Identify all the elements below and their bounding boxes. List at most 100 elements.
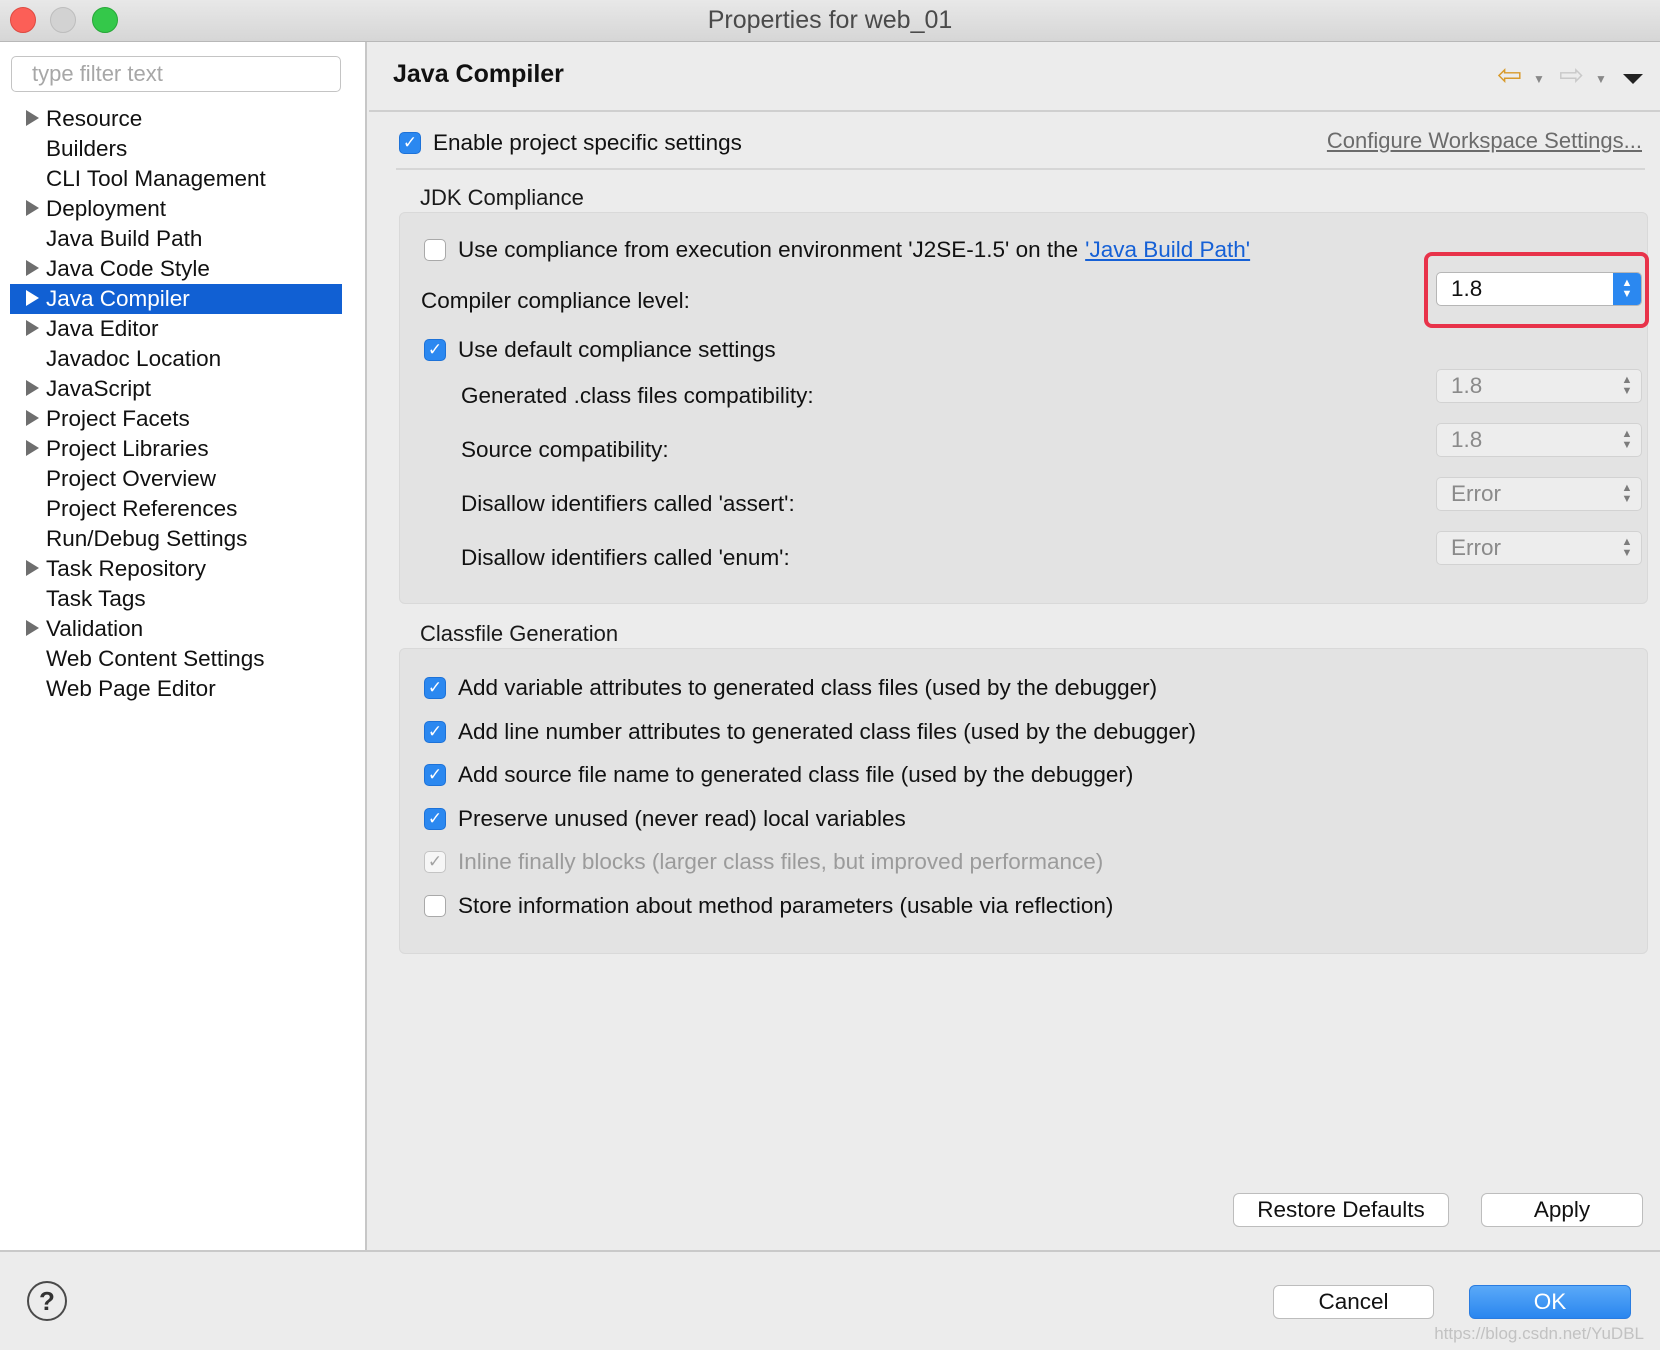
sidebar-item-project-overview[interactable]: Project Overview — [10, 464, 342, 494]
sidebar: Resource Builders CLI Tool Management Deplo… — [0, 42, 367, 1250]
expand-triangle-icon[interactable] — [26, 290, 39, 306]
classfile-option-checkbox: ✓ Inline finally blocks (larger class fil… — [424, 849, 1103, 875]
disallow-enum-select[interactable]: Error ▲ ▼ — [1436, 531, 1642, 565]
sidebar-item-label: Java Compiler — [46, 286, 190, 311]
disallow-assert-value: Error — [1451, 481, 1501, 506]
sidebar-item-task-tags[interactable]: Task Tags — [10, 584, 342, 614]
main-pane: Java Compiler ⇦ ▼ ⇨ ▼ ✓ Enable project s… — [369, 42, 1660, 1250]
generated-compat-select[interactable]: 1.8 ▲ ▼ — [1436, 369, 1642, 403]
sidebar-item-project-references[interactable]: Project References — [10, 494, 342, 524]
back-dropdown-icon[interactable]: ▼ — [1533, 72, 1545, 102]
generated-compat-label: Generated .class files compatibility: — [461, 383, 814, 408]
classfile-option-checkbox[interactable]: ✓ Preserve unused (never read) local vari… — [424, 806, 906, 832]
enable-project-settings-checkbox[interactable]: ✓ Enable project specific settings — [399, 130, 742, 156]
expand-triangle-icon[interactable] — [26, 110, 39, 126]
chevron-updown-icon: ▲ ▼ — [1621, 374, 1633, 397]
classfile-option-label: Add line number attributes to generated … — [458, 718, 1196, 744]
checkbox-icon: ✓ — [424, 851, 446, 874]
sidebar-item-java-code-style[interactable]: Java Code Style — [10, 254, 342, 284]
classfile-generation-title: Classfile Generation — [420, 621, 619, 646]
sidebar-item-project-libraries[interactable]: Project Libraries — [10, 434, 342, 464]
expand-triangle-icon[interactable] — [26, 260, 39, 276]
sidebar-item-label: JavaScript — [46, 376, 152, 401]
sidebar-item-javascript[interactable]: JavaScript — [10, 374, 342, 404]
sidebar-item-label: Web Page Editor — [46, 676, 216, 701]
classfile-option-label: Store information about method parameter… — [458, 893, 1114, 918]
configure-workspace-link[interactable]: Configure Workspace Settings... — [1327, 128, 1642, 154]
checkbox-icon: ✓ — [424, 807, 446, 830]
sidebar-item-java-compiler[interactable]: Java Compiler — [10, 284, 342, 314]
sidebar-item-javadoc-location[interactable]: Javadoc Location — [10, 344, 342, 374]
sidebar-item-resource[interactable]: Resource — [10, 104, 342, 134]
enable-project-settings-label: Enable project specific settings — [433, 130, 742, 155]
help-icon[interactable]: ? — [27, 1281, 67, 1321]
arrow-right-icon[interactable]: ⇨ — [1559, 61, 1584, 92]
source-compat-select[interactable]: 1.8 ▲ ▼ — [1436, 423, 1642, 457]
classfile-option-checkbox[interactable]: ✓ Store information about method paramete… — [424, 893, 1113, 919]
disallow-enum-label: Disallow identifiers called 'enum': — [461, 545, 790, 570]
use-env-compliance-label: Use compliance from execution environmen… — [458, 237, 1079, 262]
disallow-enum-value: Error — [1451, 535, 1501, 560]
classfile-option-label: Inline finally blocks (larger class file… — [458, 849, 1104, 875]
sidebar-item-validation[interactable]: Validation — [10, 614, 342, 644]
classfile-option-checkbox[interactable]: ✓ Add source file name to generated class… — [424, 762, 1133, 788]
generated-compat-value: 1.8 — [1451, 373, 1483, 398]
sidebar-item-java-build-path[interactable]: Java Build Path — [10, 224, 342, 254]
sidebar-item-web-content-settings[interactable]: Web Content Settings — [10, 644, 342, 674]
title-bar: Properties for web_01 — [0, 0, 1660, 42]
filter-input[interactable] — [11, 56, 341, 92]
sidebar-item-cli-tool-management[interactable]: CLI Tool Management — [10, 164, 342, 194]
expand-triangle-icon[interactable] — [26, 560, 39, 576]
sidebar-item-label: Javadoc Location — [46, 346, 222, 371]
expand-triangle-icon[interactable] — [26, 320, 39, 336]
sidebar-item-java-editor[interactable]: Java Editor — [10, 314, 342, 344]
expand-triangle-icon[interactable] — [26, 200, 39, 216]
sidebar-item-run-debug-settings[interactable]: Run/Debug Settings — [10, 524, 342, 554]
classfile-generation-group: ✓ Add variable attributes to generated cl… — [399, 648, 1648, 954]
checkbox-icon: ✓ — [424, 895, 446, 917]
checkbox-icon: ✓ — [424, 677, 446, 699]
sidebar-item-builders[interactable]: Builders — [10, 134, 342, 164]
jdk-compliance-group: ✓ Use compliance from execution environm… — [399, 212, 1649, 604]
use-default-compliance-checkbox[interactable]: ✓ Use default compliance settings — [424, 337, 776, 363]
sidebar-item-deployment[interactable]: Deployment — [10, 194, 342, 224]
watermark: https://blog.csdn.net/YuDBL — [1434, 1324, 1644, 1343]
chevron-updown-icon: ▲ ▼ — [1621, 428, 1633, 451]
restore-defaults-button[interactable]: Restore Defaults — [1233, 1193, 1449, 1227]
apply-button[interactable]: Apply — [1481, 1193, 1643, 1227]
expand-triangle-icon[interactable] — [26, 410, 39, 426]
property-tree: Resource Builders CLI Tool Management Deplo… — [10, 104, 342, 704]
sidebar-item-label: Java Build Path — [46, 226, 203, 251]
sidebar-item-task-repository[interactable]: Task Repository — [10, 554, 342, 584]
footer: ? Cancel OK https://blog.csdn.net/YuDBL — [0, 1250, 1660, 1350]
sidebar-item-label: Deployment — [46, 196, 167, 221]
view-menu-icon[interactable] — [1623, 74, 1643, 84]
classfile-option-checkbox[interactable]: ✓ Add variable attributes to generated cl… — [424, 675, 1157, 701]
compliance-level-select[interactable]: 1.8 ▲ ▼ — [1436, 272, 1642, 306]
forward-dropdown-icon[interactable]: ▼ — [1595, 72, 1607, 102]
sidebar-item-project-facets[interactable]: Project Facets — [10, 404, 342, 434]
chevron-updown-icon: ▲ ▼ — [1621, 536, 1633, 559]
classfile-option-label: Add source file name to generated class … — [458, 762, 1134, 788]
compliance-level-value: 1.8 — [1451, 276, 1483, 301]
sidebar-item-label: Web Content Settings — [46, 646, 265, 671]
jdk-compliance-title: JDK Compliance — [420, 185, 584, 210]
sidebar-item-label: Task Repository — [46, 556, 207, 581]
disallow-assert-select[interactable]: Error ▲ ▼ — [1436, 477, 1642, 511]
classfile-option-checkbox[interactable]: ✓ Add line number attributes to generated… — [424, 719, 1196, 745]
chevron-updown-icon: ▲ ▼ — [1613, 273, 1641, 305]
sidebar-item-label: Validation — [46, 616, 144, 641]
window-title: Properties for web_01 — [707, 6, 953, 34]
ok-button[interactable]: OK — [1469, 1285, 1631, 1319]
use-default-compliance-label: Use default compliance settings — [458, 337, 776, 362]
cancel-button[interactable]: Cancel — [1273, 1285, 1434, 1319]
use-env-compliance-checkbox[interactable]: ✓ Use compliance from execution environm… — [424, 237, 1250, 263]
sidebar-item-web-page-editor[interactable]: Web Page Editor — [10, 674, 342, 704]
java-build-path-link[interactable]: 'Java Build Path' — [1085, 237, 1250, 263]
expand-triangle-icon[interactable] — [26, 440, 39, 456]
arrow-left-icon[interactable]: ⇦ — [1497, 61, 1522, 92]
expand-triangle-icon[interactable] — [26, 620, 39, 636]
checkbox-icon: ✓ — [424, 764, 446, 787]
sidebar-item-label: Task Tags — [46, 586, 146, 611]
expand-triangle-icon[interactable] — [26, 380, 39, 396]
